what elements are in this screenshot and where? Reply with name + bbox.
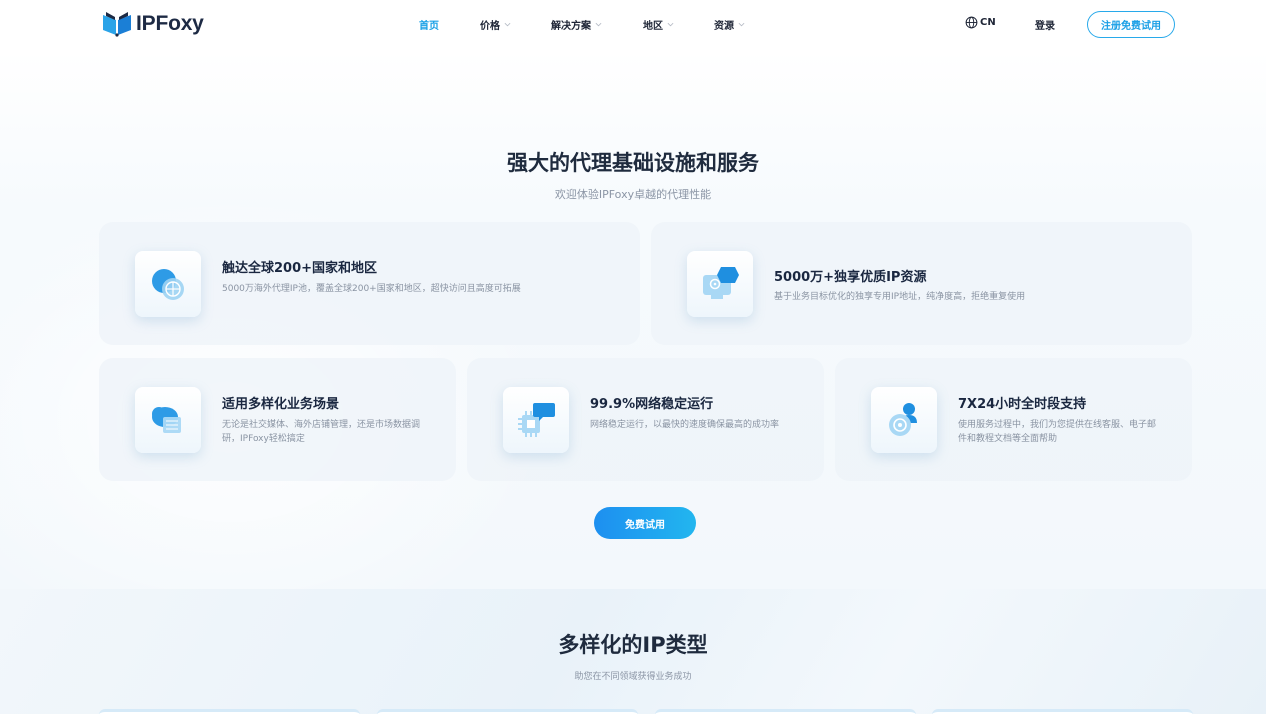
cloud-box-icon	[135, 387, 201, 453]
nav-item-home[interactable]: 首页	[419, 17, 439, 32]
feature-card-support: 7X24小时全时段支持 使用服务过程中，我们为您提供在线客服、电子邮件和教程文档…	[835, 358, 1192, 481]
ip-types-section: 多样化的IP类型 助您在不同领域获得业务成功	[0, 589, 1266, 714]
section-title: 强大的代理基础设施和服务	[507, 151, 759, 175]
ip-type-card[interactable]	[932, 709, 1193, 714]
section-subtitle: 欢迎体验IPFoxy卓越的代理性能	[554, 188, 712, 201]
chevron-down-icon	[738, 22, 745, 27]
language-label: CN	[980, 17, 996, 28]
brand-logo[interactable]: IPFoxy	[102, 11, 204, 37]
nav-item-resources[interactable]: 资源	[714, 17, 745, 32]
feature-card-scenarios: 适用多样化业务场景 无论是社交媒体、海外店铺管理，还是市场数据调研，IPFoxy…	[99, 358, 456, 481]
features-section: 强大的代理基础设施和服务 欢迎体验IPFoxy卓越的代理性能 触达全球200+国…	[0, 50, 1266, 589]
feature-title: 5000万+独享优质IP资源	[774, 270, 927, 285]
section-subtitle: 助您在不同领域获得业务成功	[574, 672, 692, 682]
chevron-down-icon	[595, 22, 602, 27]
feature-desc: 5000万海外代理IP池，覆盖全球200+国家和地区，超快访问且高度可拓展	[222, 284, 521, 294]
ip-type-card[interactable]	[99, 709, 360, 714]
nav-item-regions[interactable]: 地区	[643, 17, 674, 32]
feature-title: 触达全球200+国家和地区	[222, 261, 378, 276]
feature-card-global: 触达全球200+国家和地区 5000万海外代理IP池，覆盖全球200+国家和地区…	[99, 222, 640, 345]
signup-trial-button[interactable]: 注册免费试用	[1087, 11, 1175, 38]
feature-desc: 使用服务过程中，我们为您提供在线客服、电子邮件和教程文档等全面帮助	[958, 420, 1157, 444]
chevron-down-icon	[667, 22, 674, 27]
ip-type-card[interactable]	[655, 709, 916, 714]
chip-chat-icon	[503, 387, 569, 453]
fox-book-logo-icon	[103, 12, 131, 37]
globe-icon	[135, 251, 201, 317]
nav-item-pricing[interactable]: 价格	[480, 17, 511, 32]
nav-item-label: 首页	[419, 21, 439, 32]
nav-item-label: 价格	[480, 21, 500, 32]
nav-item-label: 地区	[643, 21, 663, 32]
ip-type-card[interactable]	[377, 709, 638, 714]
chevron-down-icon	[504, 22, 511, 27]
location-monitor-icon	[687, 251, 753, 317]
language-switcher[interactable]: CN	[965, 16, 996, 29]
login-link[interactable]: 登录	[1035, 17, 1055, 32]
feature-desc: 网络稳定运行，以最快的速度确保最高的成功率	[590, 420, 780, 430]
feature-title: 99.9%网络稳定运行	[590, 397, 714, 412]
nav-item-solutions[interactable]: 解决方案	[551, 17, 602, 32]
feature-card-stability: 99.9%网络稳定运行 网络稳定运行，以最快的速度确保最高的成功率	[467, 358, 824, 481]
brand-name: IPFoxy	[136, 12, 204, 35]
support-agent-icon	[871, 387, 937, 453]
feature-desc: 基于业务目标优化的独享专用IP地址，纯净度高，拒绝重复使用	[774, 292, 1026, 302]
section-title: 多样化的IP类型	[558, 633, 708, 657]
globe-icon	[965, 16, 978, 29]
feature-title: 适用多样化业务场景	[222, 397, 340, 412]
nav-item-label: 解决方案	[551, 21, 591, 32]
feature-title: 7X24小时全时段支持	[958, 397, 1087, 412]
top-navbar: IPFoxy 首页 价格 解决方案 地区 资源 CN 登录 注册免费试用	[0, 0, 1266, 50]
free-trial-button[interactable]: 免费试用	[594, 507, 696, 539]
nav-item-label: 资源	[714, 21, 734, 32]
feature-card-ip-resources: 5000万+独享优质IP资源 基于业务目标优化的独享专用IP地址，纯净度高，拒绝…	[651, 222, 1192, 345]
feature-desc: 无论是社交媒体、海外店铺管理，还是市场数据调研，IPFoxy轻松搞定	[222, 420, 421, 444]
